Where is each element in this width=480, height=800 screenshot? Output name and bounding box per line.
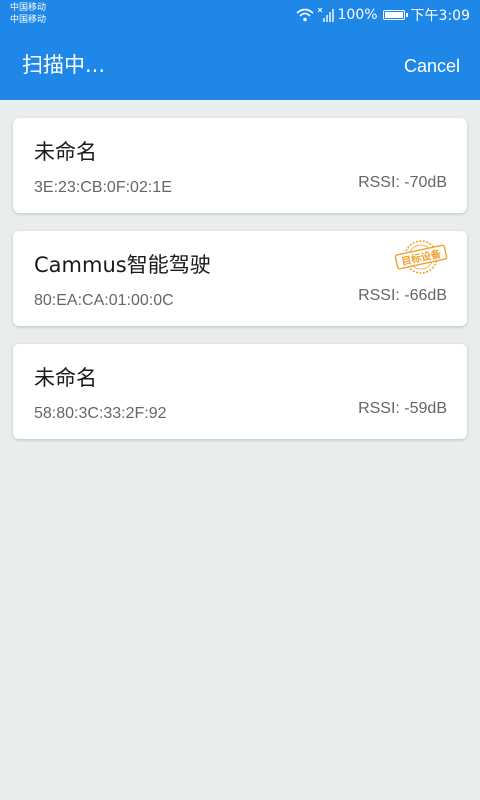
device-rssi: RSSI: -66dB (358, 287, 447, 304)
device-card[interactable]: 未命名 3E:23:CB:0F:02:1E RSSI: -70dB (13, 118, 467, 213)
device-rssi: RSSI: -70dB (358, 174, 447, 191)
device-card[interactable]: Cammus智能驾驶 80:EA:CA:01:00:0C RSSI: -66dB… (13, 231, 467, 326)
page-title: 扫描中... (22, 53, 106, 77)
cancel-button[interactable]: Cancel (404, 54, 460, 78)
device-name: 未命名 (34, 366, 97, 390)
carrier-label-2: 中国移动 (10, 15, 47, 25)
target-device-stamp-icon: 目标设备 (394, 240, 448, 274)
carrier-info: 中国移动 中国移动 (10, 2, 46, 26)
device-name: Cammus智能驾驶 (34, 253, 211, 277)
device-mac: 3E:23:CB:0F:02:1E (34, 179, 172, 196)
battery-icon (382, 10, 408, 20)
wifi-icon (295, 8, 314, 22)
signal-icon (317, 8, 334, 22)
battery-percent: 100% (337, 7, 378, 23)
status-indicators: 100% 下午3:09 (295, 6, 470, 24)
carrier-label-1: 中国移动 (10, 3, 47, 13)
device-mac: 80:EA:CA:01:00:0C (34, 292, 174, 309)
device-card[interactable]: 未命名 58:80:3C:33:2F:92 RSSI: -59dB (13, 344, 467, 439)
device-name: 未命名 (34, 140, 97, 164)
app-bar: 扫描中... Cancel (0, 30, 480, 100)
device-mac: 58:80:3C:33:2F:92 (34, 405, 167, 422)
clock: 下午3:09 (410, 8, 470, 24)
status-bar: 中国移动 中国移动 100% 下午3:09 (0, 0, 480, 30)
device-rssi: RSSI: -59dB (358, 400, 447, 417)
